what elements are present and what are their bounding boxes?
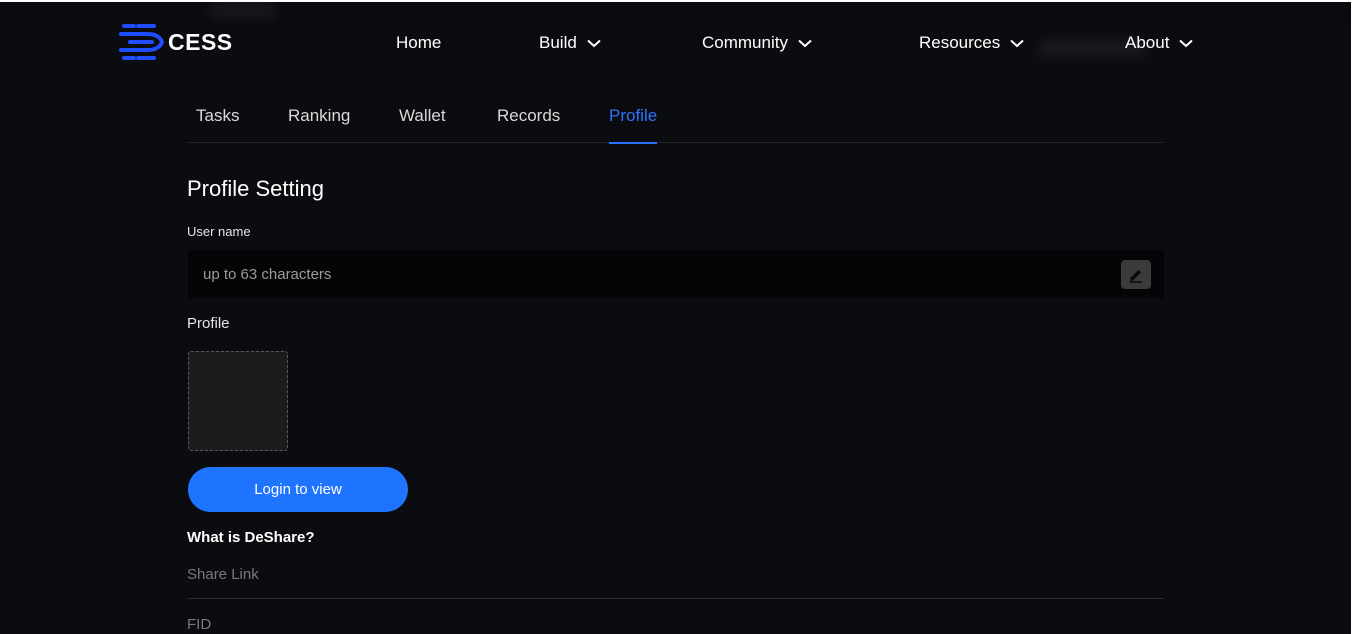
- tab-records[interactable]: Records: [497, 106, 560, 143]
- nav-resources[interactable]: Resources: [919, 32, 1024, 54]
- share-link-label: Share Link: [187, 566, 259, 583]
- nav-build[interactable]: Build: [539, 32, 601, 54]
- tab-ranking[interactable]: Ranking: [288, 106, 350, 143]
- chevron-down-icon: [1179, 39, 1194, 47]
- username-input[interactable]: [203, 250, 1103, 298]
- tab-wallet[interactable]: Wallet: [399, 106, 446, 143]
- login-to-view-button[interactable]: Login to view: [188, 467, 408, 512]
- cess-logo-icon: [119, 24, 165, 60]
- profile-image-label: Profile: [187, 315, 230, 332]
- nav-about[interactable]: About: [1125, 32, 1194, 54]
- edit-username-button[interactable]: [1121, 260, 1151, 289]
- account-tabs: Tasks Ranking Wallet Records Profile: [187, 106, 1164, 144]
- avatar-upload-box[interactable]: [188, 351, 288, 451]
- divider: [187, 598, 1164, 599]
- nav-community-label: Community: [702, 33, 788, 52]
- tab-profile[interactable]: Profile: [609, 106, 658, 144]
- pencil-icon: [1130, 269, 1142, 283]
- chevron-down-icon: [798, 39, 812, 47]
- page: CESS Home Build Community Resources Abou…: [0, 0, 1352, 634]
- page-title: Profile Setting: [187, 176, 324, 201]
- top-navigation-bar: CESS Home Build Community Resources Abou…: [0, 2, 1351, 84]
- nav-resources-label: Resources: [919, 33, 1001, 52]
- nav-build-label: Build: [539, 33, 577, 52]
- nav-home-label: Home: [396, 33, 442, 52]
- what-is-deshare-link[interactable]: What is DeShare?: [187, 529, 315, 546]
- nav-community[interactable]: Community: [702, 32, 812, 54]
- chevron-down-icon: [1010, 39, 1024, 47]
- blurred-overlay: [208, 2, 278, 18]
- tab-tasks[interactable]: Tasks: [196, 106, 239, 143]
- cess-logo[interactable]: CESS: [118, 22, 233, 62]
- chevron-down-icon: [587, 39, 601, 47]
- username-label: User name: [187, 224, 251, 239]
- username-field-container: [188, 250, 1164, 298]
- nav-home[interactable]: Home: [396, 32, 441, 54]
- fid-label: FID: [187, 616, 212, 633]
- logo-text: CESS: [168, 28, 233, 55]
- nav-about-label: About: [1125, 33, 1170, 52]
